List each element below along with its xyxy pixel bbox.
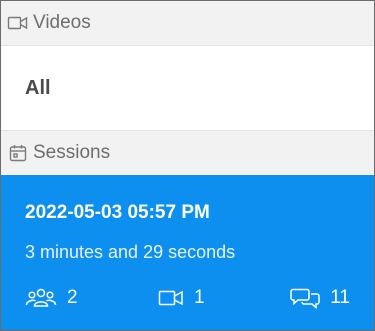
messages-stat: 11 bbox=[290, 285, 350, 311]
videos-count: 1 bbox=[194, 287, 205, 308]
sessions-section-title: Sessions bbox=[33, 141, 111, 163]
videos-all-item[interactable]: All bbox=[1, 46, 374, 130]
participants-stat: 2 bbox=[25, 285, 78, 311]
session-duration: 3 minutes and 29 seconds bbox=[25, 242, 236, 262]
videos-all-label: All bbox=[25, 76, 51, 99]
session-stats: 2 1 11 bbox=[25, 285, 350, 311]
videos-section-header: Videos bbox=[1, 1, 374, 46]
messages-count: 11 bbox=[330, 287, 350, 308]
videos-stat: 1 bbox=[158, 285, 205, 311]
video-camera-icon bbox=[158, 288, 184, 308]
sessions-section-header: Sessions bbox=[1, 130, 374, 174]
video-camera-icon bbox=[7, 12, 29, 34]
chat-bubbles-icon bbox=[290, 287, 321, 309]
calendar-icon bbox=[7, 142, 29, 164]
sidebar-panel: Videos All Sessions 2022-05-03 05:57 PM … bbox=[0, 0, 375, 331]
session-date: 2022-05-03 05:57 PM bbox=[25, 202, 210, 223]
videos-section-title: Videos bbox=[33, 12, 91, 33]
participants-icon bbox=[25, 287, 57, 309]
participants-count: 2 bbox=[67, 287, 78, 308]
session-item[interactable]: 2022-05-03 05:57 PM 3 minutes and 29 sec… bbox=[1, 175, 374, 330]
